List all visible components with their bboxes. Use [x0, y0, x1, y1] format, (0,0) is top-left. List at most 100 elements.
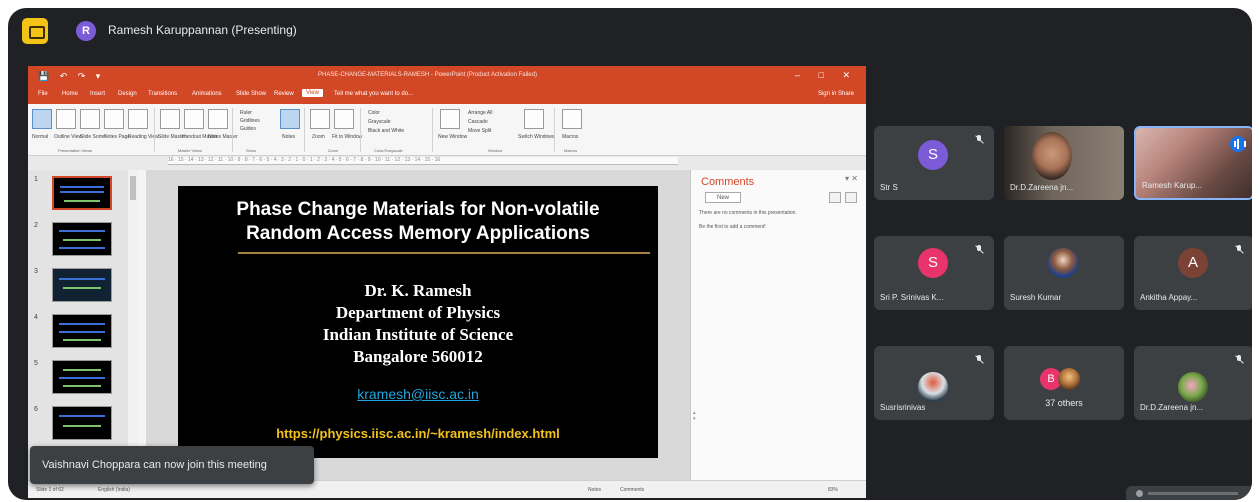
label-notes-master: Notes Master — [208, 134, 238, 140]
shared-screen: 💾 ↶ ↷ ▾ PHASE-CHANGE-MATERIALS-RAMESH - … — [28, 66, 866, 498]
close-icon[interactable]: ▾ ✕ — [845, 174, 858, 183]
participant-name: Susrisrinivas — [880, 403, 926, 412]
no-comments-text: There are no comments in this presentati… — [699, 210, 797, 216]
move-split-button[interactable]: Move Split — [468, 128, 491, 134]
label-sorter: Slide Sorter — [80, 134, 107, 140]
gridlines-checkbox[interactable]: Gridlines — [240, 118, 260, 124]
muted-mic-icon — [1235, 245, 1244, 255]
avatar: S — [918, 248, 948, 278]
ribbon-divider — [360, 108, 361, 152]
participant-tile[interactable]: Dr.D.Zareena jn... — [1134, 346, 1252, 420]
participant-tile[interactable]: S Str S — [874, 126, 994, 200]
participant-tile-active-speaker[interactable]: Ramesh Karup... — [1134, 126, 1252, 200]
avatar — [1058, 368, 1080, 390]
participant-tile[interactable]: Dr.D.Zareena jn... — [1004, 126, 1124, 200]
department: Department of Physics — [335, 303, 501, 322]
scroll-arrows-icon[interactable]: ▴ ▾ — [693, 410, 696, 422]
slide-sorter-button[interactable] — [80, 109, 100, 129]
participant-tile[interactable]: Susrisrinivas — [874, 346, 994, 420]
ruler-checkbox[interactable]: Ruler — [240, 110, 252, 116]
window-controls[interactable]: – □ ✕ — [795, 70, 858, 81]
tab-slide-show[interactable]: Slide Show — [236, 91, 266, 97]
label-outline: Outline View — [54, 134, 82, 140]
previous-comment-button[interactable] — [829, 192, 841, 203]
email-link[interactable]: kramesh@iisc.ac.in — [178, 386, 658, 402]
comments-pane: Comments ▾ ✕ New There are no comments i… — [690, 170, 866, 480]
grayscale-option[interactable]: Grayscale — [368, 119, 391, 125]
next-comment-button[interactable] — [845, 192, 857, 203]
slide-thumbnail[interactable] — [52, 176, 112, 210]
participant-tile[interactable]: Suresh Kumar — [1004, 236, 1124, 310]
reading-view-button[interactable] — [128, 109, 148, 129]
group-color: Color/Grayscale — [374, 148, 403, 153]
new-window-button[interactable] — [440, 109, 460, 129]
slide-master-button[interactable] — [160, 109, 180, 129]
cascade-button[interactable]: Cascade — [468, 119, 488, 125]
ribbon-tabs: File Home Insert Design Transitions Anim… — [28, 88, 866, 104]
avatar: A — [1178, 248, 1208, 278]
label-zoom: Zoom — [312, 134, 325, 140]
tell-me-box[interactable]: Tell me what you want to do... — [334, 91, 413, 97]
tab-animations[interactable]: Animations — [192, 91, 222, 97]
participant-name: Dr.D.Zareena jn... — [1010, 183, 1074, 192]
ribbon-divider — [154, 108, 155, 152]
label-fit: Fit to Window — [332, 134, 363, 140]
black-white-option[interactable]: Black and White — [368, 128, 404, 134]
group-zoom: Zoom — [328, 148, 339, 153]
slide-thumbnail[interactable] — [52, 360, 112, 394]
new-comment-button[interactable]: New — [705, 192, 741, 203]
macros-button[interactable] — [562, 109, 582, 129]
participant-name: Suresh Kumar — [1010, 293, 1062, 302]
label-new-window: New Window — [438, 134, 468, 140]
speaking-indicator-icon — [1230, 136, 1246, 152]
tab-transitions[interactable]: Transitions — [148, 91, 177, 97]
signin-share[interactable]: Sign in Share — [818, 91, 854, 97]
participant-name: Ankitha Appay... — [1140, 293, 1198, 302]
ribbon-divider — [304, 108, 305, 152]
normal-view-button[interactable] — [32, 109, 52, 129]
guides-checkbox[interactable]: Guides — [240, 126, 256, 132]
current-slide[interactable]: Phase Change Materials for Non-volatile … — [178, 186, 658, 458]
outline-view-button[interactable] — [56, 109, 76, 129]
participant-tile[interactable]: A Ankitha Appay... — [1134, 236, 1252, 310]
meeting-window: R Ramesh Karuppannan (Presenting) 💾 ↶ ↷ … — [8, 8, 1252, 500]
zoom-button[interactable] — [310, 109, 330, 129]
document-title: PHASE-CHANGE-MATERIALS-RAMESH - PowerPoi… — [318, 72, 537, 78]
slide-thumbnail[interactable] — [52, 314, 112, 348]
arrange-all-button[interactable]: Arrange All — [468, 110, 492, 116]
tab-design[interactable]: Design — [118, 91, 137, 97]
ribbon-divider — [554, 108, 555, 152]
tab-review[interactable]: Review — [274, 91, 294, 97]
fit-to-window-button[interactable] — [334, 109, 354, 129]
bottom-controls-hint[interactable] — [1126, 486, 1252, 500]
color-option[interactable]: Color — [368, 110, 380, 116]
handout-master-button[interactable] — [184, 109, 204, 129]
app-logo-icon[interactable] — [22, 18, 48, 44]
muted-mic-icon — [975, 135, 984, 145]
presenter-avatar: R — [76, 21, 96, 41]
avatar — [1178, 372, 1208, 402]
others-tile[interactable]: B 37 others — [1004, 346, 1124, 420]
tab-home[interactable]: Home — [62, 91, 78, 97]
slide-thumbnail[interactable] — [52, 268, 112, 302]
participant-tile[interactable]: S Sri P. Srinivas K... — [874, 236, 994, 310]
participant-name: Sri P. Srinivas K... — [880, 293, 944, 302]
comments-toggle[interactable]: Comments — [620, 487, 644, 493]
notes-toggle[interactable]: Notes — [588, 487, 601, 493]
tab-file[interactable]: File — [38, 91, 48, 97]
notes-button[interactable] — [280, 109, 300, 129]
notes-page-button[interactable] — [104, 109, 124, 129]
zoom-level[interactable]: 83% — [828, 487, 838, 493]
tab-view[interactable]: View — [302, 89, 323, 97]
notes-master-button[interactable] — [208, 109, 228, 129]
quick-access-toolbar[interactable]: 💾 ↶ ↷ ▾ — [38, 71, 104, 82]
slide-thumbnail[interactable] — [52, 222, 112, 256]
switch-windows-button[interactable] — [524, 109, 544, 129]
horizontal-ruler: 16 · 15 · 14 · 13 · 12 · 11 · 10 · 9 · 8… — [168, 157, 678, 165]
tab-insert[interactable]: Insert — [90, 91, 105, 97]
thumbnails-scrollbar[interactable] — [128, 170, 138, 480]
slide-thumbnail[interactable] — [52, 406, 112, 440]
slide-number: 6 — [34, 406, 38, 413]
ribbon: Normal Outline View Slide Sorter Notes P… — [28, 104, 866, 156]
presenter-title: Ramesh Karuppannan (Presenting) — [108, 23, 297, 37]
